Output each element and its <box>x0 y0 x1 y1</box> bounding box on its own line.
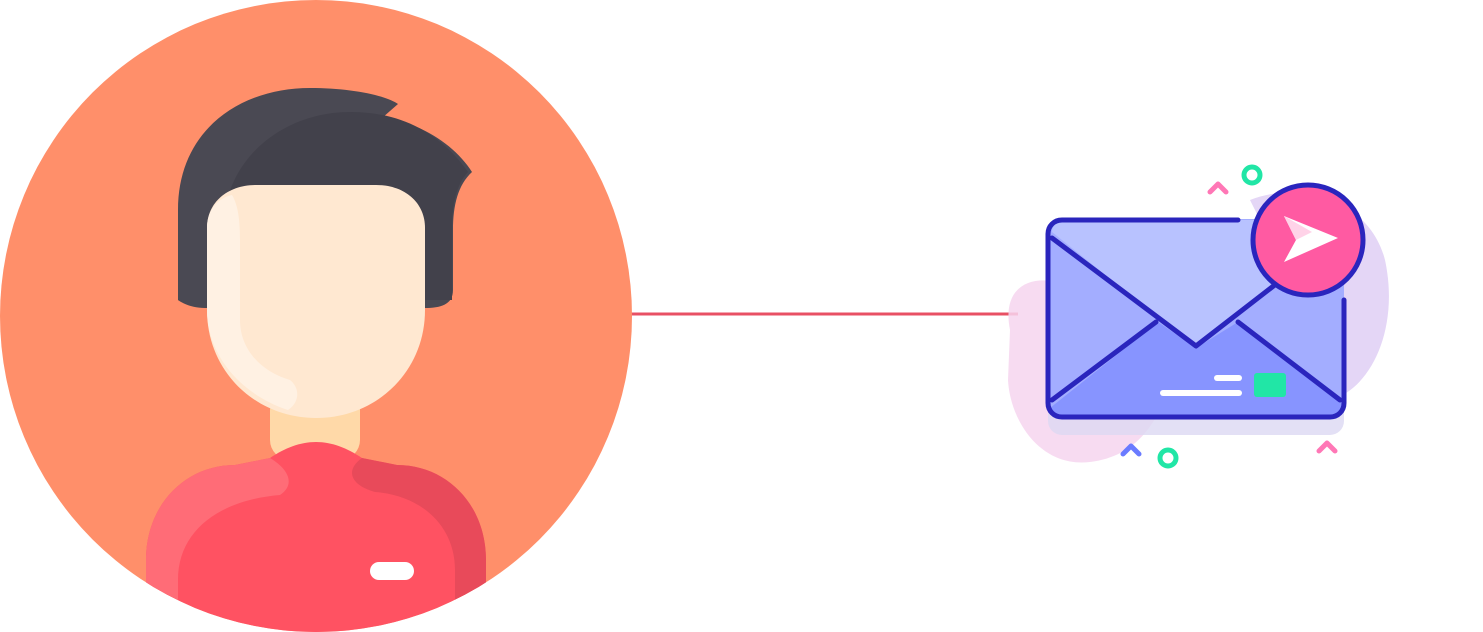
address-line-short <box>1214 375 1242 381</box>
deco-chevron-pink-top <box>1207 181 1229 195</box>
send-email-icon <box>1008 164 1389 469</box>
shirt-pocket-tag <box>370 562 414 580</box>
deco-chevron-pink-right <box>1316 440 1338 454</box>
deco-ring-bottom <box>1157 447 1179 469</box>
deco-ring-top <box>1241 164 1263 186</box>
diagram-canvas <box>0 0 1389 632</box>
stamp <box>1254 373 1286 397</box>
address-line-long <box>1160 390 1242 396</box>
user-avatar-icon <box>0 0 632 632</box>
